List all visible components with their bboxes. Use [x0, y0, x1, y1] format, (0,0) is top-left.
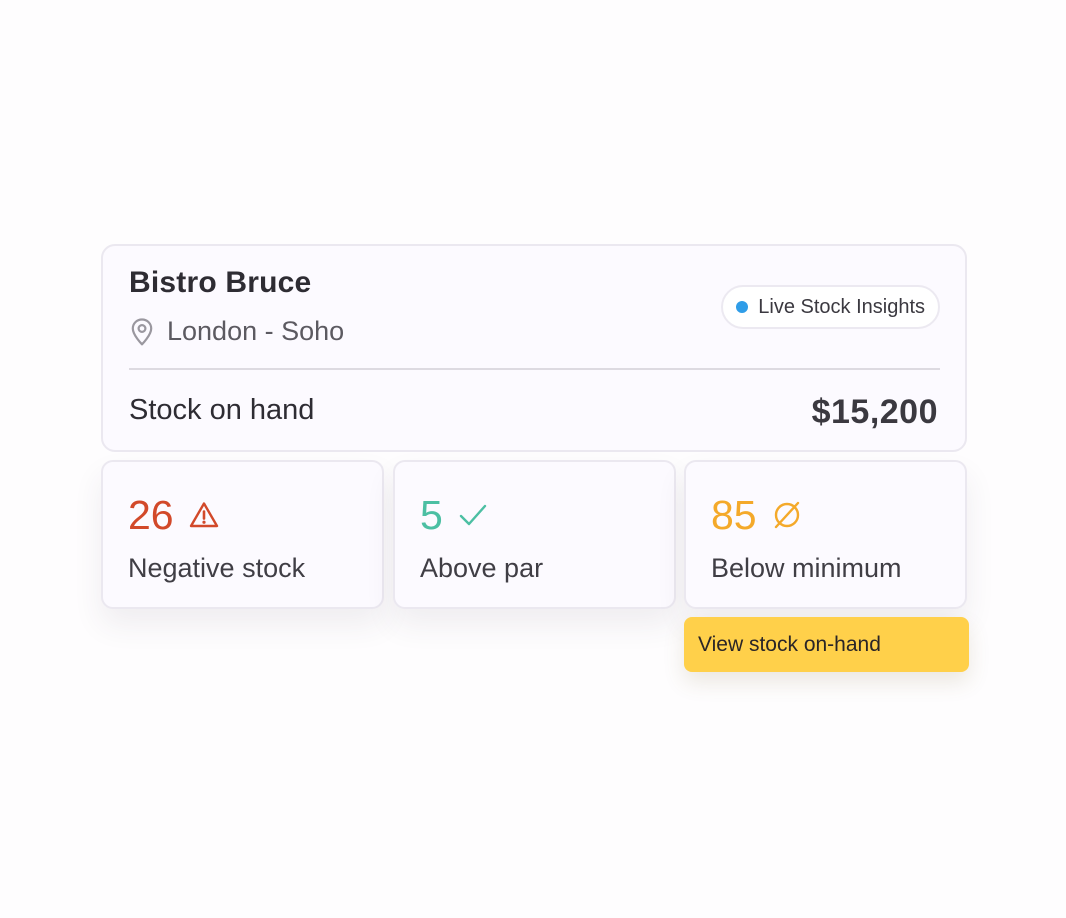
above-par-label: Above par: [420, 553, 544, 583]
stat-header: 26: [128, 492, 220, 538]
negative-stock-label: Negative stock: [128, 553, 306, 583]
stock-on-hand-value: $15,200: [811, 393, 938, 431]
live-status-dot: [736, 301, 749, 313]
stage: Bistro Bruce London - Soho Live Stock In…: [0, 0, 1066, 918]
stock-on-hand-label: Stock on hand: [129, 394, 315, 426]
negative-stock-card[interactable]: 26 Negative stock: [101, 460, 384, 609]
view-stock-on-hand-button[interactable]: View stock on-hand: [684, 617, 969, 672]
warning-triangle-icon: [189, 502, 218, 528]
live-badge-label: Live Stock Insights: [758, 295, 925, 318]
below-minimum-card[interactable]: 85 Below minimum: [684, 460, 967, 609]
venue-name: Bistro Bruce: [129, 266, 312, 299]
below-minimum-label: Below minimum: [711, 553, 902, 583]
empty-set-icon: [774, 501, 799, 529]
venue-card: Bistro Bruce London - Soho Live Stock In…: [101, 244, 967, 452]
stat-header: 85: [711, 492, 803, 538]
above-par-count: 5: [420, 492, 443, 538]
checkmark-icon: [459, 504, 487, 526]
location-text: London - Soho: [167, 316, 345, 346]
negative-stock-count: 26: [128, 492, 174, 538]
stat-header: 5: [420, 492, 489, 538]
live-stock-insights-badge[interactable]: Live Stock Insights: [721, 285, 940, 329]
map-pin-icon: [131, 317, 153, 345]
divider: [129, 368, 940, 370]
venue-location: London - Soho: [129, 316, 344, 347]
above-par-card[interactable]: 5 Above par: [393, 460, 676, 609]
below-minimum-count: 85: [711, 492, 757, 538]
